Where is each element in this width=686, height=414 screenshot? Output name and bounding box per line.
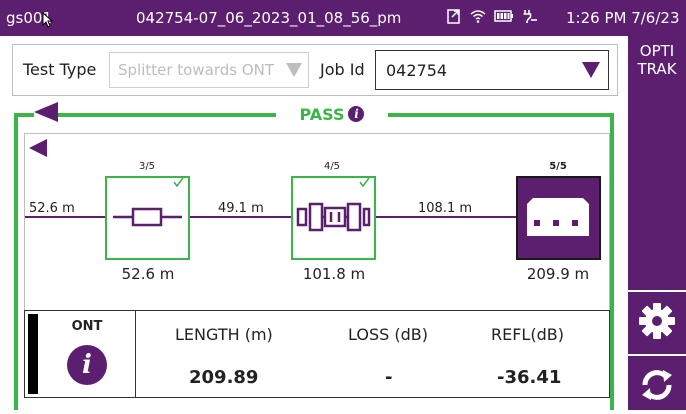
segment-length: 52.6 m	[29, 201, 75, 216]
job-id-select[interactable]: 042754	[375, 50, 609, 90]
power-plug-icon	[523, 10, 537, 23]
length-header: LENGTH (m)	[175, 325, 273, 344]
scroll-left-icon[interactable]	[29, 139, 47, 157]
status-bar: gs001 042754-07_06_2023_01_08_56_pm 1:26…	[0, 0, 686, 36]
event-splitter[interactable]: 4/5 101.8 m	[291, 161, 376, 283]
event-index: 3/5	[139, 161, 155, 172]
info-icon: i	[348, 106, 365, 122]
segment-length: 108.1 m	[418, 201, 472, 216]
event-ont[interactable]: 5/5 209.9 m	[516, 161, 601, 283]
test-type-value: Splitter towards ONT	[118, 61, 275, 79]
event-distance: 101.8 m	[303, 265, 365, 283]
test-type-label: Test Type	[23, 60, 97, 79]
link-diagram: 52.6 m 49.1 m 108.1 m 3/5 52.6 m 4/5 101…	[24, 133, 610, 312]
event-index: 5/5	[549, 161, 567, 172]
test-settings-bar: Test Type Splitter towards ONT Job Id 04…	[12, 44, 618, 96]
chevron-down-icon	[582, 62, 600, 78]
back-button[interactable]	[34, 102, 58, 122]
refl-value: -36.41	[497, 367, 562, 388]
refresh-button[interactable]	[628, 354, 686, 414]
status-icons	[446, 8, 538, 24]
side-panel: OPTI TRAK	[628, 36, 686, 410]
battery-icon	[494, 10, 513, 22]
pass-status[interactable]: PASS i	[276, 102, 388, 126]
ont-icon	[527, 198, 589, 236]
event-result-panel: ONT i LENGTH (m) LOSS (dB) REFL(dB) 209.…	[24, 310, 610, 398]
length-value: 209.89	[189, 367, 259, 388]
link-diagram-canvas: 52.6 m 49.1 m 108.1 m 3/5 52.6 m 4/5 101…	[25, 139, 601, 283]
job-id-value: 042754	[386, 61, 448, 80]
file-name: 042754-07_06_2023_01_08_56_pm	[136, 9, 402, 27]
mouse-cursor-icon	[42, 12, 54, 28]
event-connector[interactable]: 3/5 52.6 m	[105, 161, 190, 283]
event-name: ONT	[71, 319, 103, 334]
back-arrow-icon	[34, 102, 58, 122]
status-time: 1:26 PM 7/6/23	[566, 9, 680, 27]
event-index: 4/5	[324, 161, 340, 172]
info-icon[interactable]: i	[67, 345, 107, 385]
event-distance: 209.9 m	[527, 265, 589, 283]
selection-indicator	[28, 314, 38, 394]
test-type-select[interactable]: Splitter towards ONT	[109, 52, 309, 88]
loss-header: LOSS (dB)	[348, 325, 428, 344]
refl-header: REFL(dB)	[491, 325, 564, 344]
divider	[135, 311, 136, 397]
segment-length: 49.1 m	[218, 201, 264, 216]
chevron-down-icon	[286, 63, 302, 77]
job-id-label: Job Id	[320, 60, 365, 79]
event-distance: 52.6 m	[122, 265, 175, 283]
wifi-icon	[470, 10, 486, 23]
app-title: OPTI TRAK	[637, 42, 677, 78]
refresh-icon	[642, 370, 672, 400]
loss-value: -	[385, 367, 393, 388]
gear-icon	[639, 303, 675, 339]
settings-button[interactable]	[628, 290, 686, 350]
export-icon	[447, 9, 460, 24]
pass-status-text: PASS	[299, 104, 345, 124]
